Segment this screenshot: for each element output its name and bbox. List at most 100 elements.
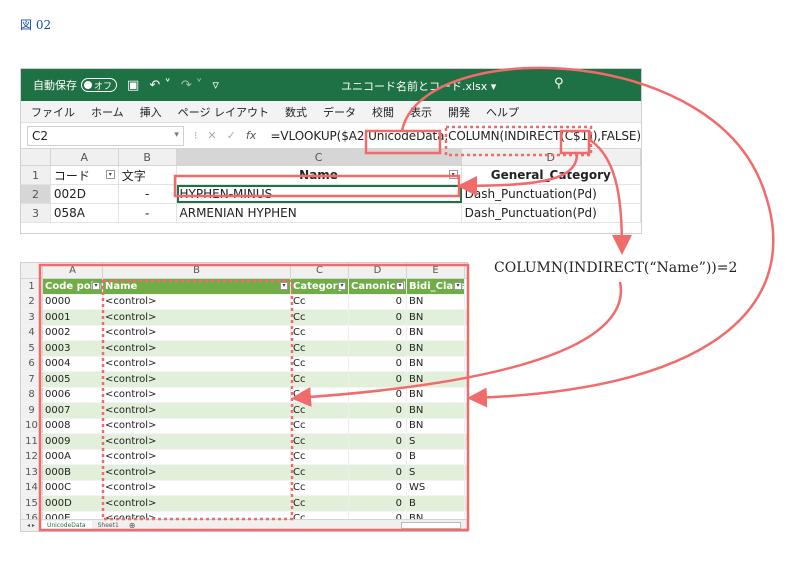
cell[interactable]: ARMENIAN HYPHEN [177, 204, 462, 222]
customize-toolbar-icon[interactable]: ▿ [212, 78, 219, 93]
tab-developer[interactable]: 開発 [448, 104, 470, 120]
cell-category[interactable]: Cc [291, 372, 349, 387]
tab-data[interactable]: データ [323, 104, 356, 120]
cell-canonical[interactable]: 0 [349, 434, 407, 449]
cancel-icon[interactable]: ✕ [207, 129, 216, 142]
tab-formulas[interactable]: 数式 [285, 104, 307, 120]
cell-canonical[interactable]: 0 [349, 480, 407, 495]
cell-category[interactable]: Cc [291, 449, 349, 464]
cell-code-point[interactable]: 000B [43, 465, 103, 480]
filter-dropdown-icon[interactable]: ▾ [92, 282, 100, 290]
cell-canonical[interactable]: 0 [349, 310, 407, 325]
tab-home[interactable]: ホーム [91, 104, 124, 120]
cell-bidi-class[interactable]: BN [407, 418, 465, 433]
cell-bidi-class[interactable]: WS [407, 480, 465, 495]
filter-dropdown-icon[interactable]: ▾ [280, 282, 288, 290]
cell-name[interactable]: <control> [103, 356, 291, 371]
cell-category[interactable]: Cc [291, 434, 349, 449]
cell-canonical[interactable]: 0 [349, 341, 407, 356]
column-header-e[interactable]: E [407, 263, 465, 278]
cell-name[interactable]: <control> [103, 465, 291, 480]
enter-icon[interactable]: ✓ [227, 129, 236, 142]
cell-code-point[interactable]: 0001 [43, 310, 103, 325]
cell-name[interactable]: <control> [103, 294, 291, 309]
cell-canonical[interactable]: 0 [349, 449, 407, 464]
header-cell-bidi-class[interactable]: Bidi_Class ▾ [407, 279, 465, 294]
chevron-down-icon[interactable]: ▾ [174, 130, 179, 140]
row-header[interactable]: 3 [21, 204, 51, 222]
cell-bidi-class[interactable]: S [407, 434, 465, 449]
cell-category[interactable]: Cc [291, 496, 349, 511]
cell-category[interactable]: Cc [291, 387, 349, 402]
cell-canonical[interactable]: 0 [349, 294, 407, 309]
cell[interactable]: ֊ [119, 204, 177, 222]
cell-bidi-class[interactable]: BN [407, 356, 465, 371]
row-header[interactable]: 2 [21, 294, 43, 309]
sheet-nav-icon[interactable]: ◂ ▸ [21, 521, 41, 531]
autosave-toggle[interactable]: オフ [81, 78, 118, 92]
cell-bidi-class[interactable]: B [407, 449, 465, 464]
tab-review[interactable]: 校閲 [372, 104, 394, 120]
name-box[interactable]: C2 ▾ [27, 125, 184, 146]
cell-name[interactable]: <control> [103, 310, 291, 325]
cell[interactable]: Dash_Punctuation(Pd) [462, 185, 641, 203]
column-header-b[interactable]: B [103, 263, 291, 278]
filter-dropdown-icon[interactable]: ▾ [338, 282, 346, 290]
header-cell-general-category[interactable]: General_Category [462, 166, 641, 184]
cell-bidi-class[interactable]: BN [407, 341, 465, 356]
cell-name[interactable]: <control> [103, 496, 291, 511]
tab-insert[interactable]: 挿入 [140, 104, 162, 120]
formula-input[interactable]: =VLOOKUP($A2,UnicodeData,COLUMN(INDIRECT… [270, 129, 641, 143]
row-header[interactable]: 14 [21, 480, 43, 495]
column-header-d[interactable]: D [462, 149, 641, 165]
header-cell-category[interactable]: Category ▾ [291, 279, 349, 294]
cell[interactable]: - [119, 185, 177, 203]
select-all-corner[interactable] [21, 263, 43, 278]
cell-name[interactable]: <control> [103, 387, 291, 402]
row-header[interactable]: 1 [21, 166, 51, 184]
cell[interactable]: 058A [51, 204, 119, 222]
save-icon[interactable]: ▣ [127, 78, 139, 93]
header-cell-name[interactable]: Name ▾ [103, 279, 291, 294]
cell-code-point[interactable]: 0004 [43, 356, 103, 371]
column-header-a[interactable]: A [43, 263, 103, 278]
cell-bidi-class[interactable]: S [407, 465, 465, 480]
header-cell-name[interactable]: Name ▾ [177, 166, 462, 184]
cell-code-point[interactable]: 0007 [43, 403, 103, 418]
cell-code-point[interactable]: 0005 [43, 372, 103, 387]
cell-category[interactable]: Cc [291, 294, 349, 309]
cell-code-point[interactable]: 0000 [43, 294, 103, 309]
select-all-corner[interactable] [21, 149, 51, 165]
cell-code-point[interactable]: 0008 [43, 418, 103, 433]
filter-dropdown-icon[interactable]: ▾ [448, 170, 458, 179]
cell-canonical[interactable]: 0 [349, 418, 407, 433]
cell-selected[interactable]: HYPHEN-MINUS [176, 185, 462, 203]
filter-dropdown-icon[interactable]: ▾ [454, 282, 462, 290]
add-sheet-icon[interactable]: ⊕ [129, 521, 136, 530]
filter-dropdown-icon[interactable]: ▾ [396, 282, 404, 290]
cell-code-point[interactable]: 000C [43, 480, 103, 495]
cell-name[interactable]: <control> [103, 449, 291, 464]
cell-bidi-class[interactable]: BN [407, 403, 465, 418]
cell-category[interactable]: Cc [291, 356, 349, 371]
cell-bidi-class[interactable]: B [407, 496, 465, 511]
cell-canonical[interactable]: 0 [349, 387, 407, 402]
cell-category[interactable]: Cc [291, 465, 349, 480]
cell-category[interactable]: Cc [291, 418, 349, 433]
tab-file[interactable]: ファイル [31, 104, 75, 120]
cell-name[interactable]: <control> [103, 372, 291, 387]
search-icon[interactable]: ⚲ [554, 76, 564, 91]
cell-category[interactable]: Cc [291, 325, 349, 340]
cell-category[interactable]: Cc [291, 480, 349, 495]
tab-view[interactable]: 表示 [410, 104, 432, 120]
filter-dropdown-icon[interactable]: ▾ [105, 170, 115, 179]
column-header-c[interactable]: C [176, 149, 462, 165]
row-header[interactable]: 3 [21, 310, 43, 325]
cell[interactable]: Dash_Punctuation(Pd) [462, 204, 641, 222]
cell-name[interactable]: <control> [103, 341, 291, 356]
header-cell-char[interactable]: 文字 [119, 166, 177, 184]
cell-canonical[interactable]: 0 [349, 372, 407, 387]
row-header[interactable]: 12 [21, 449, 43, 464]
redo-icon[interactable]: ↷ ˅ [181, 78, 203, 93]
cell-bidi-class[interactable]: BN [407, 310, 465, 325]
